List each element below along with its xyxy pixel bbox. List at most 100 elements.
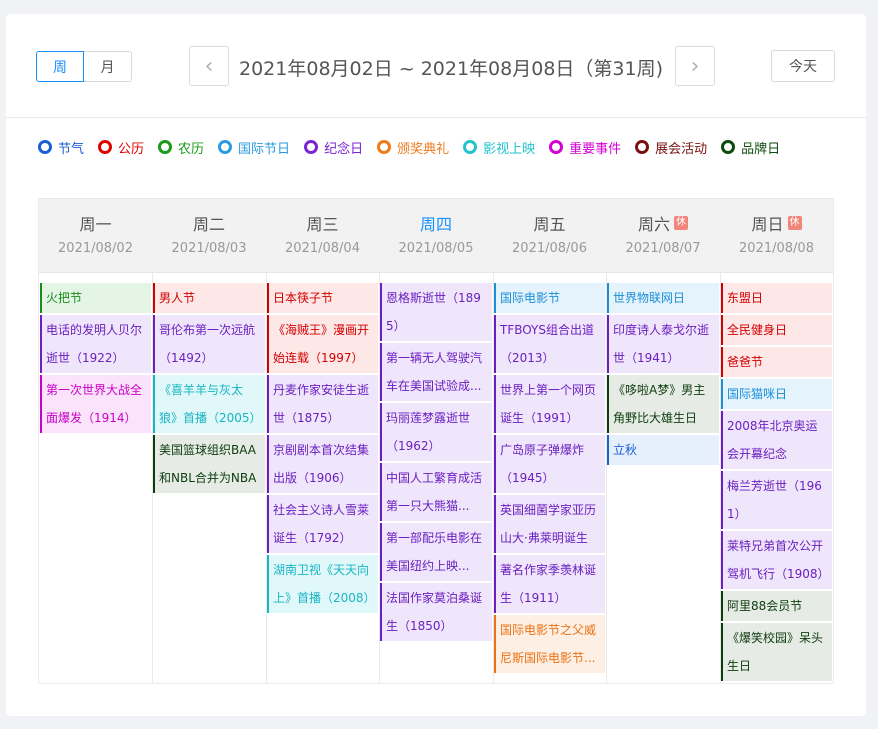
category-legend: 节气 公历 农历 国际节日 纪念日 颁奖典礼 影视上映 重要事件 展会活动 品牌日	[38, 138, 838, 157]
day-weekday: 周一	[79, 215, 112, 234]
legend-item[interactable]: 公历	[98, 138, 145, 157]
week-view-button[interactable]: 周	[36, 51, 84, 82]
legend-item[interactable]: 国际节日	[218, 138, 291, 157]
legend-item[interactable]: 节气	[38, 138, 85, 157]
day-weekday: 周四	[419, 215, 452, 234]
legend-label: 节气	[58, 141, 85, 157]
legend-label: 颁奖典礼	[397, 141, 450, 157]
day-date: 2021/08/08	[739, 241, 814, 256]
month-view-button[interactable]: 月	[84, 51, 132, 82]
legend-label: 品牌日	[741, 141, 781, 157]
legend-label: 农历	[178, 141, 205, 157]
calendar-event[interactable]: 日本筷子节	[267, 283, 378, 313]
calendar-event[interactable]: 第一部配乐电影在美国纽约上映...	[380, 523, 492, 581]
rest-day-badge: 休	[674, 216, 688, 230]
calendar-event[interactable]: 火把节	[40, 283, 151, 313]
calendar-event[interactable]: 爸爸节	[721, 347, 832, 377]
calendar-event[interactable]: 男人节	[153, 283, 265, 313]
chevron-left-icon: ‹	[204, 53, 214, 79]
calendar-event[interactable]: 哥伦布第一次远航（1492）	[153, 315, 265, 373]
calendar-event[interactable]: 梅兰芳逝世（1961）	[721, 471, 832, 529]
calendar-event[interactable]: 莱特兄弟首次公开驾机飞行（1908）	[721, 531, 832, 589]
legend-label: 公历	[118, 141, 145, 157]
day-weekday-row: 周四	[379, 213, 493, 234]
day-header: 周四 2021/08/05	[379, 199, 493, 273]
day-date: 2021/08/07	[625, 241, 701, 256]
legend-item[interactable]: 纪念日	[304, 138, 364, 157]
calendar-toolbar: 周 月 ‹ 2021年08月02日 ~ 2021年08月08日（第31周) › …	[6, 14, 866, 118]
calendar-event[interactable]: 玛丽莲梦露逝世（1962）	[380, 403, 492, 461]
day-weekday-row: 周三	[266, 213, 379, 234]
view-switch: 周 月	[36, 51, 132, 82]
calendar-event[interactable]: 著名作家季羡林诞生（1911）	[494, 555, 605, 613]
day-weekday-row: 周二	[152, 213, 266, 234]
legend-label: 展会活动	[655, 141, 708, 157]
chevron-right-icon: ›	[690, 53, 700, 79]
calendar-event[interactable]: 全民健身日	[721, 315, 832, 345]
next-week-button[interactable]: ›	[675, 46, 715, 86]
calendar-event[interactable]: 世界上第一个网页诞生（1991）	[494, 375, 605, 433]
legend-item[interactable]: 农历	[158, 138, 205, 157]
day-header: 周五 2021/08/06	[493, 199, 606, 273]
calendar-event[interactable]: 第一次世界大战全面爆发（1914）	[40, 375, 151, 433]
day-header: 周三 2021/08/04	[266, 199, 379, 273]
day-date: 2021/08/02	[58, 241, 133, 256]
today-button[interactable]: 今天	[771, 50, 835, 82]
legend-item[interactable]: 颁奖典礼	[377, 138, 450, 157]
calendar-event[interactable]: 《喜羊羊与灰太狼》首播（2005）	[153, 375, 265, 433]
prev-week-button[interactable]: ‹	[189, 46, 229, 86]
calendar-event[interactable]: 丹麦作家安徒生逝世（1875）	[267, 375, 378, 433]
day-weekday-row: 周日休	[720, 213, 833, 234]
legend-item[interactable]: 影视上映	[463, 138, 536, 157]
day-weekday: 周二	[192, 215, 225, 234]
calendar-event[interactable]: 英国细菌学家亚历山大·弗莱明诞生	[494, 495, 605, 553]
calendar-event[interactable]: 京剧剧本首次结集出版（1906）	[267, 435, 378, 493]
legend-item[interactable]: 展会活动	[635, 138, 708, 157]
day-date: 2021/08/04	[285, 241, 360, 256]
calendar-event[interactable]: TFBOYS组合出道（2013）	[494, 315, 605, 373]
day-date: 2021/08/05	[398, 241, 474, 256]
rest-day-badge: 休	[787, 216, 802, 230]
calendar-event[interactable]: 立秋	[607, 435, 719, 465]
calendar-card: 周 月 ‹ 2021年08月02日 ~ 2021年08月08日（第31周) › …	[6, 14, 866, 716]
day-header: 周日休 2021/08/08	[720, 199, 833, 273]
day-date: 2021/08/06	[512, 241, 587, 256]
legend-item[interactable]: 品牌日	[721, 138, 781, 157]
calendar-event[interactable]: 《爆笑校园》呆头生日	[721, 623, 832, 681]
calendar-event[interactable]: 中国人工繁育成活第一只大熊猫...	[380, 463, 492, 521]
calendar-event[interactable]: 恩格斯逝世（1895）	[380, 283, 492, 341]
legend-label: 纪念日	[324, 141, 364, 157]
calendar-event[interactable]: 2008年北京奥运会开幕纪念	[721, 411, 832, 469]
calendar-event[interactable]: 湖南卫视《天天向上》首播（2008）	[267, 555, 378, 613]
legend-dot-icon	[549, 140, 564, 154]
calendar-event[interactable]: 第一辆无人驾驶汽车在美国试验成...	[380, 343, 492, 401]
calendar-event[interactable]: 《哆啦A梦》男主角野比大雄生日	[607, 375, 719, 433]
legend-label: 影视上映	[483, 141, 536, 157]
calendar-event[interactable]: 电话的发明人贝尔逝世（1922）	[40, 315, 151, 373]
calendar-event[interactable]: 国际猫咪日	[721, 379, 832, 409]
legend-dot-icon	[463, 140, 478, 154]
calendar-event[interactable]: 国际电影节	[494, 283, 605, 313]
calendar-event[interactable]: 阿里88会员节	[721, 591, 832, 621]
calendar-event[interactable]: 世界物联网日	[607, 283, 719, 313]
calendar-event[interactable]: 东盟日	[721, 283, 832, 313]
calendar-event[interactable]: 印度诗人泰戈尔逝世（1941）	[607, 315, 719, 373]
legend-label: 国际节日	[238, 141, 291, 157]
calendar-event[interactable]: 《海贼王》漫画开始连载（1997）	[267, 315, 378, 373]
day-weekday-row: 周五	[493, 213, 606, 234]
calendar-event[interactable]: 美国篮球组织BAA和NBL合并为NBA	[153, 435, 265, 493]
calendar-event[interactable]: 法国作家莫泊桑诞生（1850）	[380, 583, 492, 641]
legend-item[interactable]: 重要事件	[549, 138, 621, 157]
day-header: 周二 2021/08/03	[152, 199, 266, 273]
week-range-title: 2021年08月02日 ~ 2021年08月08日（第31周)	[239, 58, 664, 80]
day-weekday: 周日	[751, 215, 784, 234]
day-weekday: 周三	[306, 215, 339, 234]
calendar-event[interactable]: 社会主义诗人雪莱诞生（1792）	[267, 495, 378, 553]
day-header: 周六休 2021/08/07	[606, 199, 720, 273]
calendar-event[interactable]: 广岛原子弹爆炸（1945）	[494, 435, 605, 493]
day-weekday-row: 周一	[39, 213, 152, 234]
legend-dot-icon	[38, 140, 52, 154]
legend-dot-icon	[304, 140, 319, 154]
legend-dot-icon	[218, 140, 233, 154]
calendar-event[interactable]: 国际电影节之父威尼斯国际电影节...	[494, 615, 605, 673]
